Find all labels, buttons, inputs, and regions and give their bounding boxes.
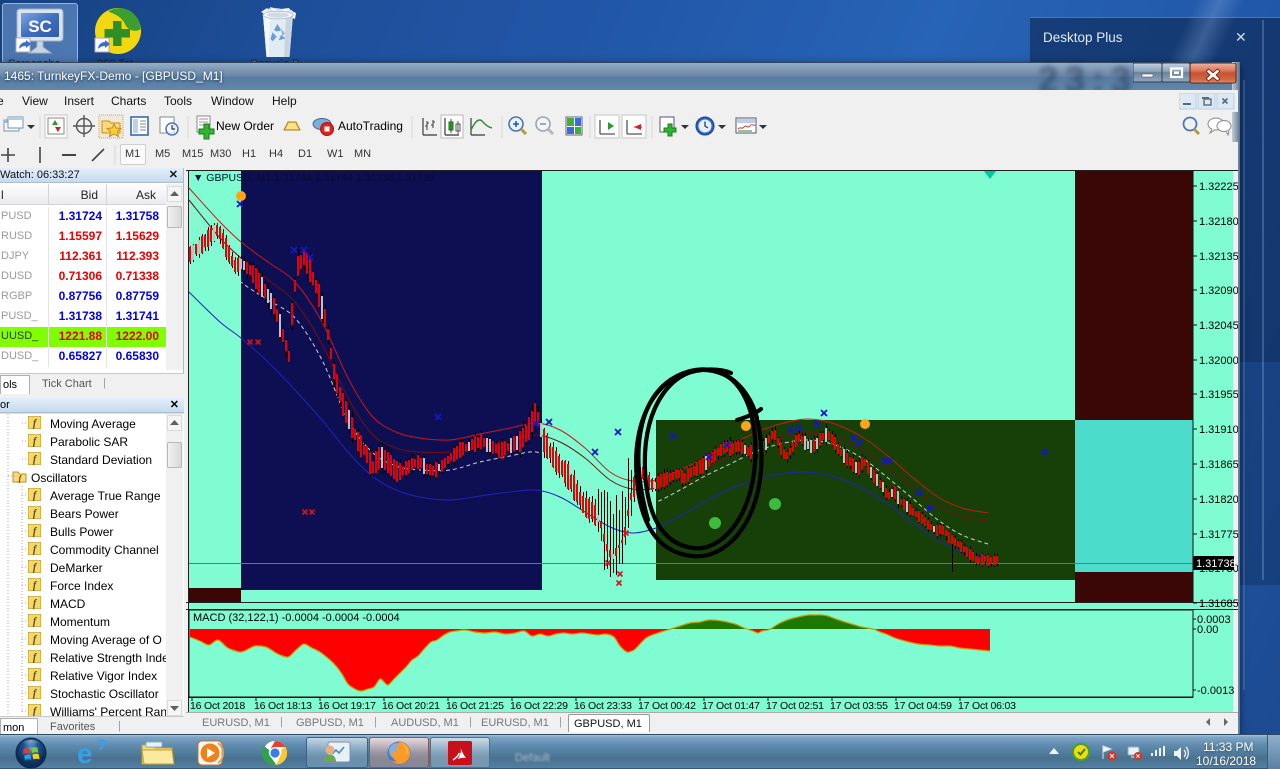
svg-text:1.32225: 1.32225 [1199, 181, 1238, 193]
svg-text:1.31738: 1.31738 [1196, 558, 1236, 570]
svg-text:SC: SC [28, 17, 52, 36]
svg-text:16 Oct 21:25: 16 Oct 21:25 [446, 700, 504, 712]
svg-text:1.31910: 1.31910 [1199, 424, 1238, 436]
svg-text:1.31865: 1.31865 [1199, 459, 1238, 471]
svg-text:16 Oct 23:33: 16 Oct 23:33 [574, 700, 632, 712]
svg-text:1.31685: 1.31685 [1199, 598, 1238, 610]
svg-text:16 Oct 22:29: 16 Oct 22:29 [510, 700, 568, 712]
svg-text:1.32000: 1.32000 [1199, 355, 1238, 367]
svg-text:▼ GBPUSD, M1 1.31744 1.31744: ▼ GBPUSD, M1 1.31744 1.31744 1.31736 1.3… [193, 172, 435, 184]
svg-text:17 Oct 02:51: 17 Oct 02:51 [766, 700, 824, 712]
svg-text:AutoTrading: AutoTrading [338, 119, 403, 133]
svg-text:1.32090: 1.32090 [1199, 285, 1238, 297]
svg-text:-0.0013: -0.0013 [1197, 685, 1234, 697]
svg-text:16 Oct 18:13: 16 Oct 18:13 [254, 700, 312, 712]
svg-text:16 Oct 20:21: 16 Oct 20:21 [382, 700, 440, 712]
svg-text:17 Oct 06:03: 17 Oct 06:03 [958, 700, 1016, 712]
svg-text:1.32180: 1.32180 [1199, 216, 1238, 228]
svg-text:16 Oct 2018: 16 Oct 2018 [190, 700, 245, 712]
svg-text:New Order: New Order [216, 119, 274, 133]
svg-text:17 Oct 01:47: 17 Oct 01:47 [702, 700, 760, 712]
svg-text:1.31820: 1.31820 [1199, 494, 1238, 506]
svg-text:17 Oct 00:42: 17 Oct 00:42 [638, 700, 696, 712]
svg-text:17 Oct 04:59: 17 Oct 04:59 [894, 700, 952, 712]
svg-text:1.31955: 1.31955 [1199, 389, 1238, 401]
svg-text:1.32135: 1.32135 [1199, 251, 1238, 263]
svg-text:0.00: 0.00 [1197, 624, 1218, 636]
svg-text:17 Oct 03:55: 17 Oct 03:55 [830, 700, 888, 712]
svg-text:e: e [77, 738, 93, 768]
svg-text:16 Oct 19:17: 16 Oct 19:17 [318, 700, 376, 712]
svg-text:1.32045: 1.32045 [1199, 320, 1238, 332]
svg-text:1.31775: 1.31775 [1199, 529, 1238, 541]
svg-text:MACD (32,122,1) -0.0004 -0.000: MACD (32,122,1) -0.0004 -0.0004 -0.0004 [193, 612, 400, 624]
